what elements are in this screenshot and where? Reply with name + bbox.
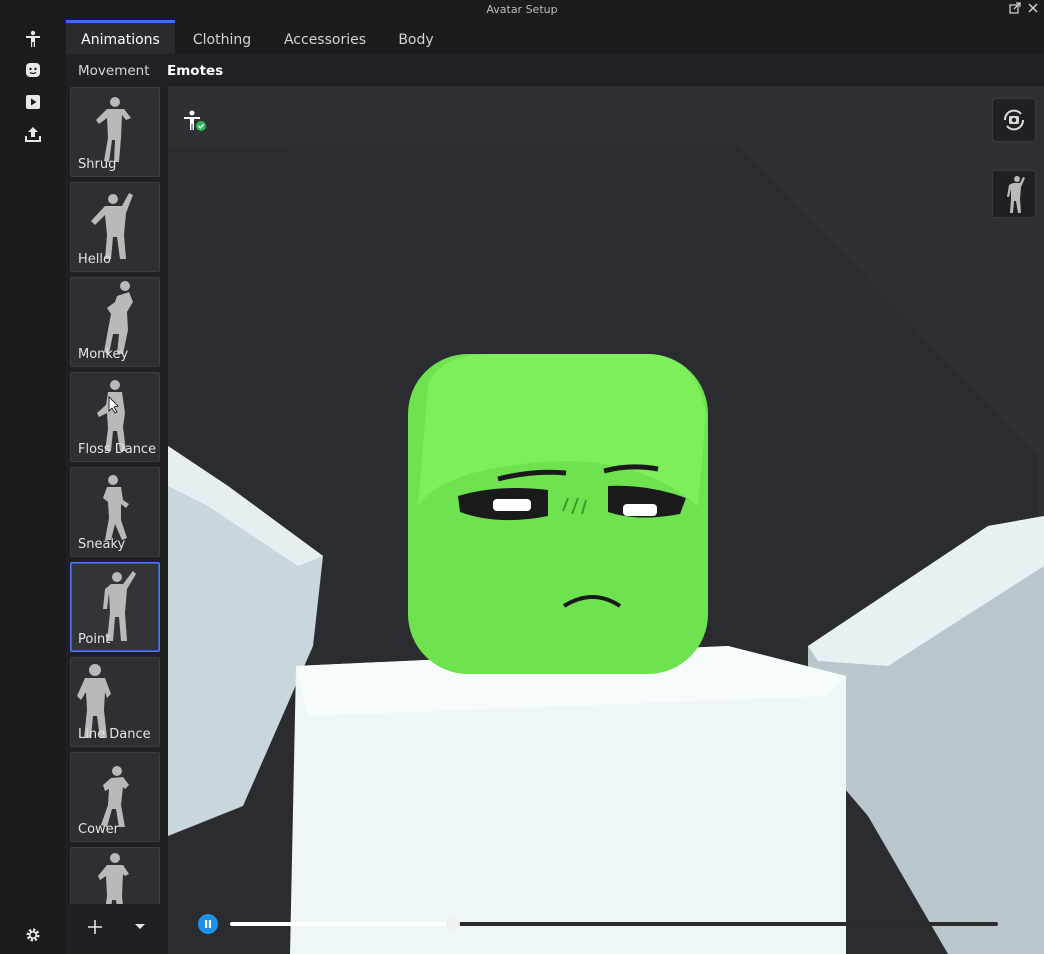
emote-card-point[interactable]: Point: [70, 562, 160, 652]
close-icon[interactable]: [1025, 2, 1041, 18]
emote-label: Hello: [78, 252, 111, 267]
window-title: Avatar Setup: [486, 3, 558, 16]
emote-card-partial[interactable]: [70, 847, 160, 904]
sub-tabs: Movement Emotes: [66, 54, 1044, 86]
scrubber-track[interactable]: [230, 917, 998, 931]
emote-label: Line Dance: [78, 727, 151, 742]
settings-icon[interactable]: [22, 924, 44, 946]
emote-card-sneaky[interactable]: Sneaky: [70, 467, 160, 557]
chevron-down-icon[interactable]: [129, 918, 151, 940]
pause-button[interactable]: [198, 914, 218, 934]
face-icon[interactable]: [22, 59, 44, 81]
upload-icon[interactable]: [22, 123, 44, 145]
add-emote-button[interactable]: [84, 918, 106, 940]
emote-label: Shrug: [78, 157, 117, 172]
camera-rotate-icon: [1003, 109, 1025, 131]
tab-body[interactable]: Body: [391, 20, 441, 54]
scrubber-handle[interactable]: [445, 917, 460, 931]
emote-card-shrug[interactable]: Shrug: [70, 87, 160, 177]
avatar-3d-scene: [168, 86, 1044, 954]
avatar-setup-window: Avatar Setup Animations Clothing Accesso…: [0, 0, 1044, 954]
emote-card-cower[interactable]: Cower: [70, 752, 160, 842]
emote-card-monkey[interactable]: Monkey: [70, 277, 160, 367]
emote-list: Shrug Hello Monkey Floss Dance Sneaky Po…: [66, 86, 168, 904]
camera-rotate-button[interactable]: [992, 98, 1036, 142]
pose-thumbnail-button[interactable]: [992, 170, 1036, 218]
left-rail: [0, 20, 66, 954]
avatar-status-icon[interactable]: [180, 108, 208, 140]
tab-clothing[interactable]: Clothing: [182, 20, 262, 54]
main-tabs: Animations Clothing Accessories Body: [66, 20, 1044, 54]
avatar-icon[interactable]: [22, 28, 44, 50]
tab-animations[interactable]: Animations: [66, 20, 175, 54]
subtab-emotes[interactable]: Emotes: [167, 63, 223, 79]
popout-icon[interactable]: [1007, 2, 1023, 18]
pause-icon: [205, 920, 211, 928]
emote-label: Point: [78, 632, 111, 647]
emote-card-floss-dance[interactable]: Floss Dance: [70, 372, 160, 462]
emote-label: Floss Dance: [78, 442, 157, 457]
subtab-movement[interactable]: Movement: [78, 63, 150, 79]
emote-figure-icon: [98, 853, 129, 904]
scrubber-progress: [230, 922, 453, 926]
emote-label: Monkey: [78, 347, 129, 362]
emote-label: Cower: [78, 822, 120, 837]
playback-bar: [190, 912, 1010, 936]
emote-label: Sneaky: [78, 537, 126, 552]
play-icon[interactable]: [22, 91, 44, 113]
emote-card-hello[interactable]: Hello: [70, 182, 160, 272]
emote-card-line-dance[interactable]: Line Dance: [70, 657, 160, 747]
avatar-viewport[interactable]: [168, 86, 1044, 954]
title-bar: Avatar Setup: [0, 0, 1044, 20]
list-toolbar: [66, 904, 168, 954]
pose-figure-icon: [1007, 176, 1025, 213]
tab-accessories[interactable]: Accessories: [277, 20, 373, 54]
